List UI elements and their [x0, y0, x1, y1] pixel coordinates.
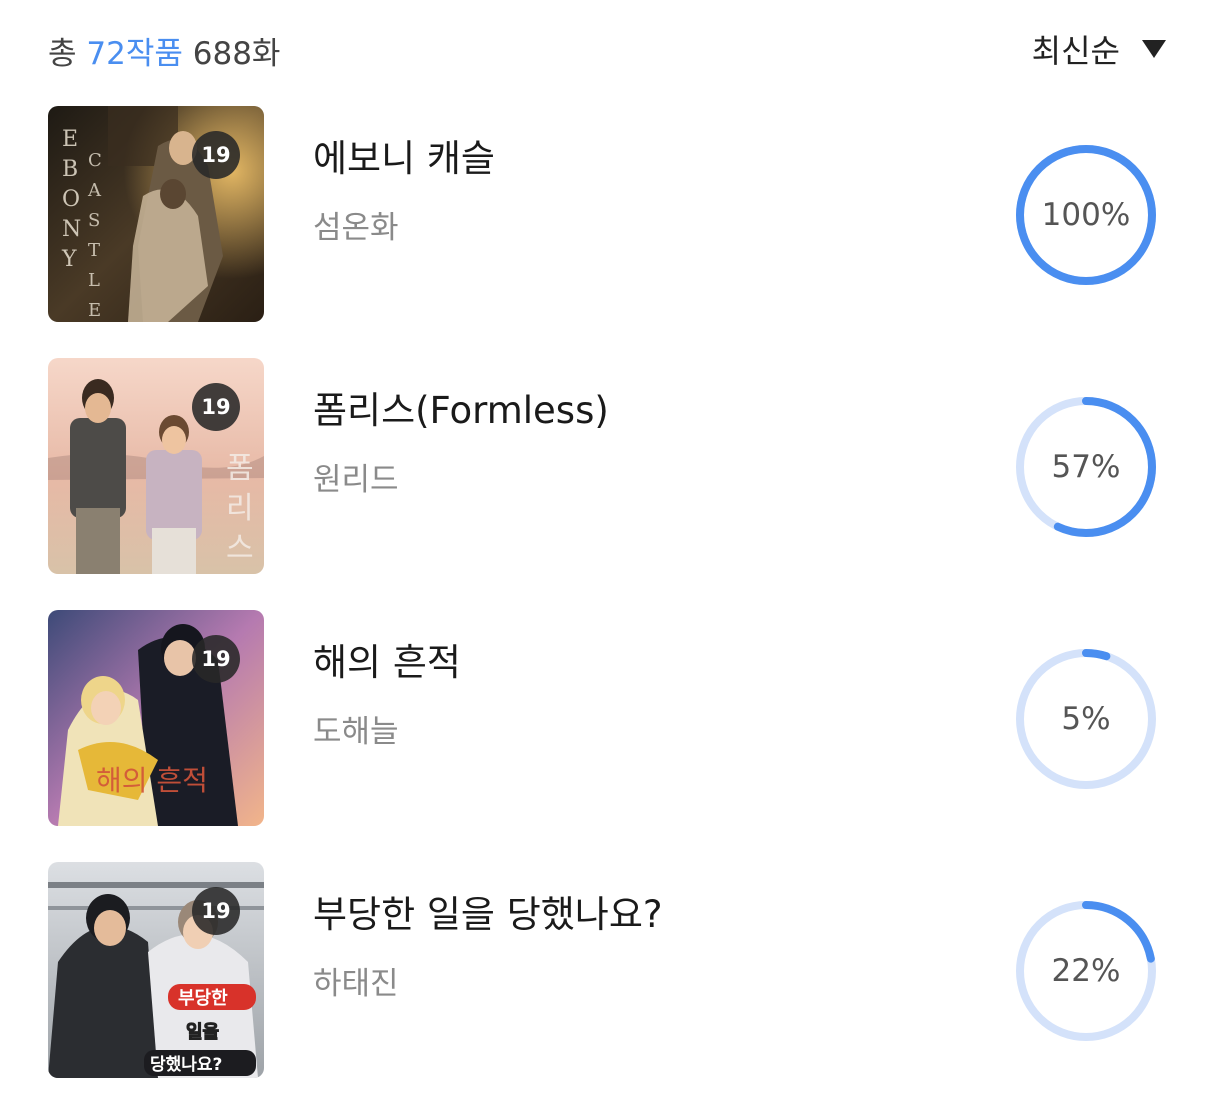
- sort-dropdown[interactable]: 최신순: [1032, 26, 1166, 72]
- list-item[interactable]: 폼 리 스 19 폼리스(Formless) 원리드 57%: [48, 358, 1166, 574]
- svg-text:T: T: [88, 240, 100, 261]
- adult-rating-badge: 19: [192, 887, 240, 935]
- svg-text:당했나요?: 당했나요?: [150, 1054, 222, 1075]
- work-title[interactable]: 폼리스(Formless): [313, 380, 609, 434]
- works-count: 72작품: [86, 36, 183, 72]
- work-title[interactable]: 부당한 일을 당했나요?: [313, 884, 663, 938]
- svg-text:부당한: 부당한: [178, 988, 228, 1009]
- svg-text:O: O: [62, 187, 80, 212]
- cover-image[interactable]: 부당한 일을 당했나요? 19: [48, 862, 264, 1078]
- episodes-count: 688화: [192, 36, 281, 72]
- svg-text:리: 리: [226, 491, 254, 526]
- progress-percent: 22%: [1051, 953, 1121, 989]
- progress-ring: 100%: [1014, 143, 1158, 287]
- svg-text:B: B: [62, 157, 78, 182]
- sort-label: 최신순: [1031, 32, 1120, 70]
- work-author: 섬온화: [313, 210, 399, 246]
- progress-percent: 5%: [1061, 701, 1111, 737]
- work-author: 도해늘: [313, 714, 399, 750]
- progress-ring: 57%: [1014, 395, 1158, 539]
- work-title[interactable]: 에보니 캐슬: [313, 128, 495, 182]
- work-title[interactable]: 해의 흔적: [313, 632, 461, 686]
- svg-text:E: E: [88, 300, 101, 321]
- work-author: 원리드: [313, 462, 399, 498]
- svg-text:스: 스: [226, 531, 254, 566]
- svg-text:Y: Y: [61, 247, 77, 272]
- cover-image[interactable]: E B O N Y C A S T L E 19: [48, 106, 264, 322]
- svg-text:N: N: [62, 217, 81, 242]
- progress-ring: 5%: [1014, 647, 1158, 791]
- progress-percent: 57%: [1051, 449, 1121, 485]
- cover-image[interactable]: 해의 흔적 19: [48, 610, 264, 826]
- progress-percent: 100%: [1041, 197, 1131, 233]
- svg-text:C: C: [88, 150, 102, 171]
- works-summary: 총 72작품 688화: [48, 28, 280, 73]
- caret-down-icon: [1142, 40, 1166, 58]
- adult-rating-badge: 19: [192, 383, 240, 431]
- list-item[interactable]: E B O N Y C A S T L E 19 에보니 캐슬 섬온화 100%: [48, 106, 1166, 322]
- svg-text:A: A: [87, 180, 102, 201]
- svg-text:해의 흔적: 해의 흔적: [96, 764, 208, 797]
- list-item[interactable]: 부당한 일을 당했나요? 19 부당한 일을 당했나요? 하태진 22%: [48, 862, 1166, 1078]
- svg-text:S: S: [88, 210, 100, 231]
- adult-rating-badge: 19: [192, 131, 240, 179]
- list-item[interactable]: 해의 흔적 19 해의 흔적 도해늘 5%: [48, 610, 1166, 826]
- svg-text:L: L: [88, 270, 100, 291]
- svg-text:폼: 폼: [226, 451, 254, 486]
- progress-ring: 22%: [1014, 899, 1158, 1043]
- svg-text:E: E: [62, 127, 78, 152]
- adult-rating-badge: 19: [192, 635, 240, 683]
- list-header: 총 72작품 688화 최신순: [48, 22, 1166, 76]
- work-author: 하태진: [313, 966, 399, 1002]
- summary-prefix: 총: [48, 36, 77, 72]
- works-list: E B O N Y C A S T L E 19 에보니 캐슬 섬온화 100%: [48, 106, 1166, 1114]
- cover-image[interactable]: 폼 리 스 19: [48, 358, 264, 574]
- svg-text:일을: 일을: [186, 1022, 219, 1043]
